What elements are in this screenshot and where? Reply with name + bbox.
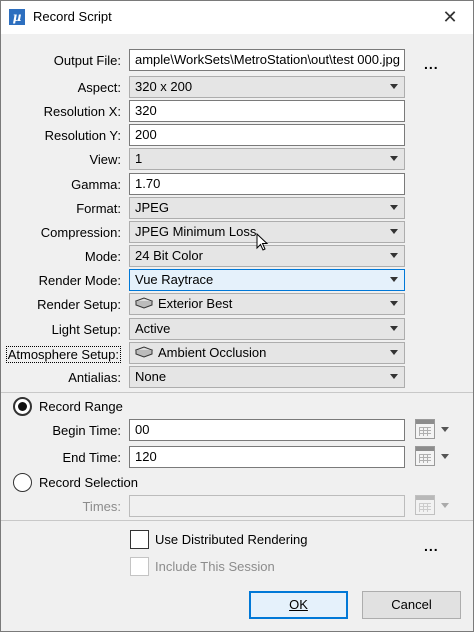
atmosphere-setup-dropdown[interactable]: Ambient Occlusion xyxy=(129,342,405,364)
chevron-down-icon xyxy=(390,205,398,210)
mouse-cursor-icon xyxy=(256,233,269,251)
more-options-button[interactable]: ... xyxy=(424,538,439,554)
resolution-x-label: Resolution X: xyxy=(43,104,121,119)
view-dropdown[interactable]: 1 xyxy=(129,148,405,170)
calendar-icon[interactable] xyxy=(415,419,435,439)
chevron-down-icon xyxy=(390,326,398,331)
antialias-dropdown[interactable]: None xyxy=(129,366,405,388)
compression-label: Compression: xyxy=(40,225,121,240)
chevron-down-icon xyxy=(390,350,398,355)
view-value: 1 xyxy=(135,151,143,166)
begin-time-field[interactable]: 00 xyxy=(129,419,405,441)
chevron-down-icon[interactable] xyxy=(441,503,449,508)
calendar-icon[interactable] xyxy=(415,495,435,515)
resolution-y-field[interactable]: 200 xyxy=(129,124,405,146)
render-setup-label: Render Setup: xyxy=(37,297,121,312)
microstation-icon: µ xyxy=(9,9,25,25)
chevron-down-icon[interactable] xyxy=(441,427,449,432)
render-setup-dropdown[interactable]: Exterior Best xyxy=(129,293,405,315)
title-bar: µ Record Script ✕ xyxy=(1,1,473,34)
light-setup-value: Active xyxy=(135,321,171,336)
format-label: Format: xyxy=(76,201,121,216)
gamma-field[interactable]: 1.70 xyxy=(129,173,405,195)
end-time-field[interactable]: 120 xyxy=(129,446,405,468)
render-mode-label: Render Mode: xyxy=(38,273,121,288)
browse-button[interactable]: ... xyxy=(424,56,439,72)
aspect-dropdown[interactable]: 320 x 200 xyxy=(129,76,405,98)
include-session-label: Include This Session xyxy=(155,559,275,574)
record-script-dialog: µ Record Script ✕ Output File: ample\Wor… xyxy=(0,0,474,632)
format-dropdown[interactable]: JPEG xyxy=(129,197,405,219)
resolution-x-field[interactable]: 320 xyxy=(129,100,405,122)
chevron-down-icon xyxy=(390,253,398,258)
atmosphere-setup-icon xyxy=(135,346,153,358)
begin-time-label: Begin Time: xyxy=(52,423,121,438)
record-selection-label: Record Selection xyxy=(39,475,138,490)
distributed-rendering-label: Use Distributed Rendering xyxy=(155,532,308,547)
calendar-icon[interactable] xyxy=(415,446,435,466)
cancel-button[interactable]: Cancel xyxy=(362,591,461,619)
ok-button-label: OK xyxy=(289,597,308,612)
antialias-label: Antialias: xyxy=(68,370,121,385)
mode-value: 24 Bit Color xyxy=(135,248,203,263)
end-time-label: End Time: xyxy=(62,450,121,465)
mode-label: Mode: xyxy=(84,249,121,264)
chevron-down-icon xyxy=(390,229,398,234)
divider xyxy=(1,520,473,521)
chevron-down-icon xyxy=(390,84,398,89)
chevron-down-icon xyxy=(390,301,398,306)
gamma-label: Gamma: xyxy=(71,177,121,192)
include-session-checkbox[interactable] xyxy=(130,557,149,576)
chevron-down-icon xyxy=(390,374,398,379)
window-title: Record Script xyxy=(33,9,112,24)
distributed-rendering-checkbox[interactable] xyxy=(130,530,149,549)
render-mode-dropdown[interactable]: Vue Raytrace xyxy=(129,269,405,291)
light-setup-label: Light Setup: xyxy=(51,322,121,337)
divider xyxy=(1,392,473,393)
record-range-radio[interactable] xyxy=(13,397,32,416)
render-setup-icon xyxy=(135,297,153,309)
light-setup-dropdown[interactable]: Active xyxy=(129,318,405,340)
chevron-down-icon[interactable] xyxy=(441,454,449,459)
record-selection-radio[interactable] xyxy=(13,473,32,492)
close-button[interactable]: ✕ xyxy=(427,1,473,34)
chevron-down-icon xyxy=(390,156,398,161)
output-file-field[interactable]: ample\WorkSets\MetroStation\out\test 000… xyxy=(129,49,405,71)
close-icon: ✕ xyxy=(442,7,458,27)
render-mode-value: Vue Raytrace xyxy=(135,272,214,287)
ok-button[interactable]: OK xyxy=(249,591,348,619)
chevron-down-icon xyxy=(390,277,398,282)
view-label: View: xyxy=(89,152,121,167)
compression-value: JPEG Minimum Loss xyxy=(135,224,257,239)
record-range-label: Record Range xyxy=(39,399,123,414)
cancel-button-label: Cancel xyxy=(391,597,432,612)
resolution-y-label: Resolution Y: xyxy=(44,128,121,143)
format-value: JPEG xyxy=(135,200,169,215)
antialias-value: None xyxy=(135,369,167,384)
render-setup-value: Exterior Best xyxy=(158,296,233,311)
output-file-label: Output File: xyxy=(53,53,121,68)
times-label: Times: xyxy=(82,499,121,514)
atmosphere-setup-value: Ambient Occlusion xyxy=(158,345,267,360)
aspect-label: Aspect: xyxy=(77,80,121,95)
aspect-value: 320 x 200 xyxy=(135,79,193,94)
times-field[interactable] xyxy=(129,495,405,517)
atmosphere-setup-label: Atmosphere Setup: xyxy=(5,346,121,363)
